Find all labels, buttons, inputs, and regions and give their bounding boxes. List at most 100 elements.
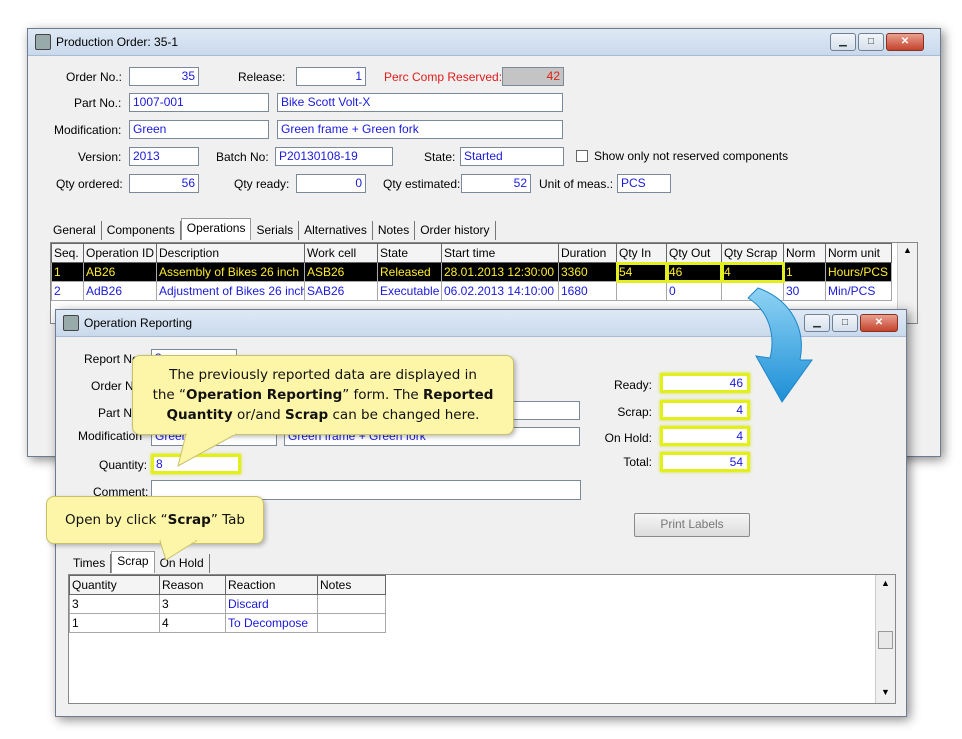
release-label: Release: xyxy=(238,70,286,84)
table-cell: Assembly of Bikes 26 inch xyxy=(156,262,305,282)
tab-serials[interactable]: Serials xyxy=(251,221,300,240)
maximize-icon[interactable]: □ xyxy=(858,33,884,51)
on-hold-label: On Hold: xyxy=(604,431,652,445)
column-header[interactable]: Qty In xyxy=(616,243,667,263)
tab-notes[interactable]: Notes xyxy=(372,221,416,240)
column-header[interactable]: Qty Scrap xyxy=(721,243,784,263)
ready-field: 46 xyxy=(660,373,750,393)
column-header[interactable]: Norm xyxy=(783,243,826,263)
unit-of-measure-field[interactable]: PCS xyxy=(617,174,671,193)
version-field[interactable]: 2013 xyxy=(129,147,199,166)
total-field: 54 xyxy=(660,452,750,472)
tab-general[interactable]: General xyxy=(48,221,102,240)
part-description-field[interactable]: Bike Scott Volt-X xyxy=(277,93,563,112)
column-header[interactable]: Start time xyxy=(441,243,559,263)
close-icon[interactable]: ✕ xyxy=(886,33,924,51)
state-field[interactable]: Started xyxy=(460,147,564,166)
table-cell xyxy=(721,281,784,301)
table-cell: 0 xyxy=(666,281,722,301)
table-cell: Adjustment of Bikes 26 inch xyxy=(156,281,305,301)
tab-order-history[interactable]: Order history xyxy=(415,221,496,240)
tab-operations[interactable]: Operations xyxy=(180,218,252,240)
part-no-field[interactable]: 1007-001 xyxy=(129,93,269,112)
order-no-field[interactable]: 35 xyxy=(129,67,199,86)
table-cell: AB26 xyxy=(83,262,157,282)
table-cell: 06.02.2013 14:10:00 xyxy=(441,281,559,301)
table-cell: 3 xyxy=(69,594,160,614)
scroll-up-icon[interactable]: ▲ xyxy=(903,245,912,255)
column-header[interactable]: State xyxy=(377,243,442,263)
batch-no-field[interactable]: P20130108-19 xyxy=(275,147,393,166)
column-header[interactable]: Duration xyxy=(558,243,617,263)
column-header[interactable]: Operation ID xyxy=(83,243,157,263)
scrap-table-panel: Quantity Reason Reaction Notes 3 3 Disca… xyxy=(68,574,896,704)
window-title: Production Order: 35-1 xyxy=(56,35,179,49)
tab-times[interactable]: Times xyxy=(68,554,112,573)
table-cell: To Decompose xyxy=(225,613,318,633)
scroll-up-icon[interactable]: ▲ xyxy=(881,578,890,588)
maximize-icon[interactable]: □ xyxy=(832,314,858,332)
column-header[interactable]: Reason xyxy=(159,575,226,595)
part-no-label: Part No.: xyxy=(74,96,122,110)
report-no-label: Report No xyxy=(84,352,139,366)
quantity-field[interactable]: 8 xyxy=(151,454,241,474)
column-header[interactable]: Notes xyxy=(317,575,386,595)
table-header: Quantity Reason Reaction Notes xyxy=(69,575,386,595)
modification-field[interactable]: Green xyxy=(129,120,269,139)
tab-on-hold[interactable]: On Hold xyxy=(154,554,210,573)
table-cell: 1680 xyxy=(558,281,617,301)
close-icon[interactable]: ✕ xyxy=(860,314,898,332)
qty-out-cell: 46 xyxy=(665,261,723,283)
table-cell: 28.01.2013 12:30:00 xyxy=(441,262,559,282)
order-no-label: Order N xyxy=(91,379,134,393)
print-labels-button[interactable]: Print Labels xyxy=(634,513,750,537)
column-header[interactable]: Work cell xyxy=(304,243,378,263)
minimize-icon[interactable]: ▁ xyxy=(830,33,856,51)
qty-ready-field[interactable]: 0 xyxy=(296,174,366,193)
release-field[interactable]: 1 xyxy=(296,67,366,86)
table-cell xyxy=(616,281,667,301)
modification-description-field[interactable]: Green frame + Green fork xyxy=(277,120,563,139)
scrap-table-scrollbar[interactable]: ▲ ▼ xyxy=(875,575,895,703)
table-cell xyxy=(317,613,386,633)
tab-components[interactable]: Components xyxy=(101,221,181,240)
window-title: Operation Reporting xyxy=(84,316,193,330)
table-row[interactable]: 1 AB26 Assembly of Bikes 26 inch ASB26 R… xyxy=(51,261,892,283)
tab-alternatives[interactable]: Alternatives xyxy=(299,221,373,240)
part-no-label: Part N xyxy=(98,406,133,420)
callout-line-2: the “Operation Reporting” form. The Repo… xyxy=(152,387,494,403)
table-cell: SAB26 xyxy=(304,281,378,301)
scrap-field: 4 xyxy=(660,400,750,420)
qty-estimated-label: Qty estimated: xyxy=(383,177,461,191)
scroll-down-icon[interactable]: ▼ xyxy=(881,687,890,697)
table-cell: 2 xyxy=(51,281,84,301)
table-header: Seq. Operation ID Description Work cell … xyxy=(51,243,892,263)
column-header[interactable]: Seq. xyxy=(51,243,84,263)
table-row[interactable]: 2 AdB26 Adjustment of Bikes 26 inch SAB2… xyxy=(51,281,892,301)
perc-comp-reserved-label: Perc Comp Reserved: xyxy=(384,70,503,84)
table-cell: Executable xyxy=(377,281,442,301)
table-row[interactable]: 1 4 To Decompose xyxy=(69,613,386,633)
table-cell: 3360 xyxy=(558,262,617,282)
column-header[interactable]: Quantity xyxy=(69,575,160,595)
column-header[interactable]: Qty Out xyxy=(666,243,722,263)
qty-ordered-field[interactable]: 56 xyxy=(129,174,199,193)
tab-scrap[interactable]: Scrap xyxy=(111,551,155,573)
production-order-tabs: General Components Operations Serials Al… xyxy=(48,218,496,240)
table-row[interactable]: 3 3 Discard xyxy=(69,594,386,614)
column-header[interactable]: Reaction xyxy=(225,575,318,595)
scroll-thumb[interactable] xyxy=(878,631,893,649)
show-only-not-reserved-checkbox[interactable] xyxy=(576,150,588,162)
minimize-icon[interactable]: ▁ xyxy=(804,314,830,332)
operations-table: Seq. Operation ID Description Work cell … xyxy=(51,243,892,301)
perc-comp-reserved-field: 42 xyxy=(502,67,564,86)
table-cell: Released xyxy=(377,262,442,282)
production-order-titlebar: Production Order: 35-1 ▁ □ ✕ xyxy=(28,29,940,56)
callout-line-1: The previously reported data are display… xyxy=(169,367,477,383)
qty-estimated-field[interactable]: 52 xyxy=(461,174,531,193)
column-header[interactable]: Description xyxy=(156,243,305,263)
ready-label: Ready: xyxy=(613,378,652,392)
modification-label: Modification: xyxy=(54,123,122,137)
column-header[interactable]: Norm unit xyxy=(825,243,892,263)
show-only-not-reserved-label: Show only not reserved components xyxy=(594,149,789,163)
